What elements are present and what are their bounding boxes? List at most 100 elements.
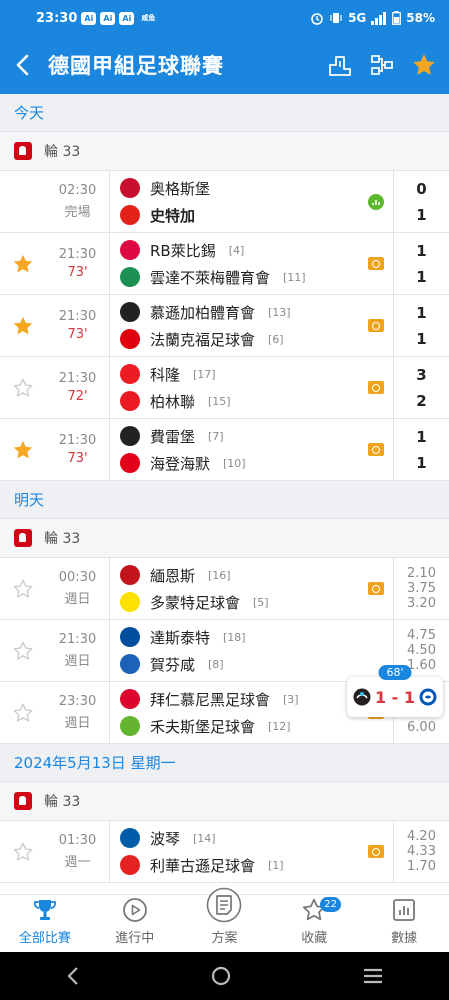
favorite-toggle[interactable] bbox=[0, 419, 46, 480]
away-team-crest-icon bbox=[120, 716, 140, 736]
score-column: 11 bbox=[393, 233, 449, 294]
team-rank: [1] bbox=[268, 858, 284, 872]
away-team: 柏林聯 [15] bbox=[120, 391, 359, 412]
kickoff-time: 01:30 bbox=[58, 833, 97, 848]
home-score: 0 bbox=[416, 179, 427, 198]
match-icon-slot bbox=[359, 233, 393, 294]
team-rank: [17] bbox=[193, 367, 216, 381]
match-time: 21:30 73' bbox=[46, 233, 110, 294]
match-row[interactable]: 21:30 73' 費雷堡 [7] 海登海默 [10] 1 1 bbox=[0, 419, 449, 481]
home-score: 3 bbox=[416, 365, 427, 384]
favorite-toggle[interactable] bbox=[0, 357, 46, 418]
score-column: 11 bbox=[393, 295, 449, 356]
odds-value: 1.70 bbox=[407, 859, 436, 874]
team-rank: [6] bbox=[268, 332, 284, 346]
away-team: 禾夫斯堡足球會 [12] bbox=[120, 716, 359, 737]
team-name: 科隆 bbox=[150, 365, 181, 384]
match-status: 73' bbox=[67, 327, 88, 342]
team-name: 波琴 bbox=[150, 829, 181, 848]
match-row[interactable]: 21:30 73' RB萊比錫 [4] 雲達不萊梅體育會 [11] 1 1 bbox=[0, 233, 449, 295]
odds-value: 4.20 bbox=[407, 829, 436, 844]
team-rank: [10] bbox=[223, 456, 246, 470]
odds-value: 3.75 bbox=[407, 581, 436, 596]
notification-mini: 咸鱼 bbox=[141, 14, 156, 22]
home-team: 奥格斯堡 bbox=[120, 178, 359, 199]
live-stream-icon[interactable] bbox=[368, 582, 384, 595]
back-button[interactable] bbox=[0, 36, 44, 94]
away-team-crest-icon bbox=[120, 855, 140, 875]
team-rank: [14] bbox=[193, 831, 216, 845]
teams: 緬恩斯 [16] 多蒙特足球會 [5] bbox=[110, 558, 359, 619]
live-stream-icon[interactable] bbox=[368, 257, 384, 270]
favorite-toggle bbox=[0, 171, 46, 232]
live-stream-icon[interactable] bbox=[368, 381, 384, 394]
home-team: 達斯泰特 [18] bbox=[120, 627, 359, 648]
kickoff-time: 21:30 bbox=[58, 247, 97, 262]
team-rank: [8] bbox=[208, 657, 224, 671]
match-icon-slot bbox=[359, 357, 393, 418]
match-time: 21:30 73' bbox=[46, 419, 110, 480]
notification-badge: Ai bbox=[100, 11, 116, 25]
favorite-star-icon bbox=[13, 440, 33, 458]
network-type: 5G bbox=[348, 11, 367, 25]
match-time: 02:30 完場 bbox=[46, 171, 110, 232]
tab-all-matches[interactable]: 全部比賽 bbox=[0, 895, 90, 952]
tab-data[interactable]: 數據 bbox=[359, 895, 449, 952]
teams: 奥格斯堡 史特加 bbox=[110, 171, 359, 232]
match-row[interactable]: 02:30 完場 奥格斯堡 史特加 0 1 bbox=[0, 171, 449, 233]
nav-home-icon[interactable] bbox=[211, 966, 231, 986]
bundesliga-logo-icon bbox=[14, 792, 32, 810]
bottom-tab-bar: 全部比賽 進行中 方案 22 收藏 數據 bbox=[0, 887, 449, 952]
nav-recents-icon[interactable] bbox=[362, 967, 384, 985]
favorite-toggle[interactable] bbox=[0, 233, 46, 294]
round-label: 輪 33 bbox=[44, 531, 81, 547]
kickoff-time: 02:30 bbox=[58, 183, 97, 198]
nav-back-icon[interactable] bbox=[66, 966, 80, 986]
bundesliga-logo-icon bbox=[14, 529, 32, 547]
kickoff-time: 00:30 bbox=[58, 570, 97, 585]
match-status: 73' bbox=[67, 451, 88, 466]
away-team: 史特加 bbox=[120, 205, 359, 226]
favorite-star-icon bbox=[13, 316, 33, 334]
tab-favorites[interactable]: 22 收藏 bbox=[269, 895, 359, 952]
app-header: 德國甲組足球聯賽 bbox=[0, 36, 449, 94]
away-team-crest-icon bbox=[419, 688, 437, 706]
match-time: 21:30 73' bbox=[46, 295, 110, 356]
favorite-star-outline-icon bbox=[13, 378, 33, 397]
tab-plans[interactable]: 方案 bbox=[180, 887, 270, 952]
signal-icon bbox=[371, 11, 387, 25]
favorite-toggle[interactable] bbox=[0, 682, 46, 743]
favorite-toggle[interactable] bbox=[0, 620, 46, 681]
favorite-toggle[interactable] bbox=[0, 295, 46, 356]
away-team: 賀芬咸 [8] bbox=[120, 654, 359, 675]
match-time: 21:30 72' bbox=[46, 357, 110, 418]
live-stream-icon[interactable] bbox=[368, 443, 384, 456]
live-stream-icon[interactable] bbox=[368, 845, 384, 858]
trophy-icon bbox=[33, 900, 56, 920]
odds-value: 4.33 bbox=[407, 844, 436, 859]
favorite-toggle[interactable] bbox=[0, 821, 46, 882]
favorite-toggle[interactable] bbox=[0, 558, 46, 619]
odds-value: 2.10 bbox=[407, 566, 436, 581]
home-team: 波琴 [14] bbox=[120, 828, 359, 849]
match-status: 完場 bbox=[64, 205, 91, 220]
match-row[interactable]: 21:30 72' 科隆 [17] 柏林聯 [15] 3 2 bbox=[0, 357, 449, 419]
home-team-crest-icon bbox=[120, 828, 140, 848]
round-label: 輪 33 bbox=[44, 144, 81, 160]
floating-live-card[interactable]: 68' 1 - 1 bbox=[347, 665, 443, 717]
match-row[interactable]: 21:30 73' 慕遜加柏體育會 [13] 法蘭克福足球會 [6] 1 1 bbox=[0, 295, 449, 357]
standings-button[interactable] bbox=[323, 48, 357, 82]
tab-in-progress[interactable]: 進行中 bbox=[90, 895, 180, 952]
favorite-league-button[interactable] bbox=[407, 48, 441, 82]
bracket-button[interactable] bbox=[365, 48, 399, 82]
odds-column: 4.20 4.33 1.70 bbox=[393, 821, 449, 882]
live-stream-icon[interactable] bbox=[368, 319, 384, 332]
team-rank: [5] bbox=[253, 595, 269, 609]
stats-icon[interactable] bbox=[368, 193, 384, 210]
round-label: 輪 33 bbox=[44, 794, 81, 810]
match-row[interactable]: 00:30 週日 緬恩斯 [16] 多蒙特足球會 [5] 2.10 3.75 3.20 bbox=[0, 558, 449, 620]
score-column: 11 bbox=[393, 419, 449, 480]
away-score: 1 bbox=[416, 453, 427, 472]
match-row[interactable]: 01:30 週一 波琴 [14] 利華古遜足球會 [1] 4.20 4.33 1.70 bbox=[0, 821, 449, 883]
favorite-star-outline-icon bbox=[13, 579, 33, 598]
